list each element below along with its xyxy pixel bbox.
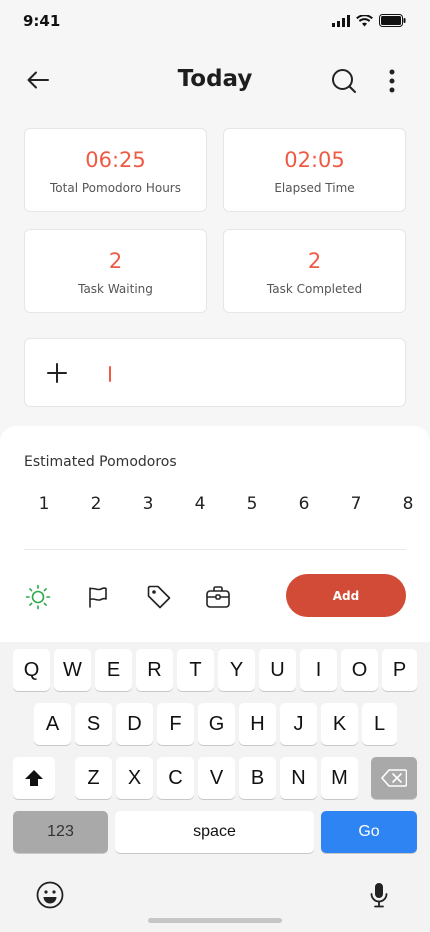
key-r[interactable]: R xyxy=(136,649,173,691)
stat-card-task-waiting: 2 Task Waiting xyxy=(24,229,207,313)
key-n[interactable]: N xyxy=(280,757,317,799)
key-a[interactable]: A xyxy=(34,703,71,745)
flag-icon xyxy=(89,587,107,608)
key-s[interactable]: S xyxy=(75,703,112,745)
pomodoro-option-2[interactable]: 2 xyxy=(84,494,108,514)
text-cursor xyxy=(109,366,111,382)
pomodoro-option-6[interactable]: 6 xyxy=(292,494,316,514)
key-d[interactable]: D xyxy=(116,703,153,745)
key-k[interactable]: K xyxy=(321,703,358,745)
numbers-key[interactable]: 123 xyxy=(13,811,108,853)
priority-button[interactable] xyxy=(84,583,112,611)
microphone-icon xyxy=(370,883,388,908)
key-p[interactable]: P xyxy=(382,649,417,691)
shift-arrow-icon xyxy=(25,770,43,786)
estimated-pomodoros-sheet: Estimated Pomodoros 1 2 3 4 5 6 7 8 Add xyxy=(0,426,430,642)
stat-value: 2 xyxy=(307,249,322,273)
battery-icon xyxy=(379,14,406,27)
key-o[interactable]: O xyxy=(341,649,378,691)
key-v[interactable]: V xyxy=(198,757,235,799)
today-button[interactable] xyxy=(24,583,52,611)
key-t[interactable]: T xyxy=(177,649,214,691)
microphone-button[interactable] xyxy=(364,880,394,910)
key-w[interactable]: W xyxy=(54,649,91,691)
status-bar: 9:41 xyxy=(0,0,430,44)
more-vertical-icon xyxy=(389,69,395,93)
shift-key[interactable] xyxy=(13,757,55,799)
plus-icon xyxy=(47,363,67,383)
wifi-icon xyxy=(356,14,373,26)
stat-label: Total Pomodoro Hours xyxy=(50,181,181,195)
key-e[interactable]: E xyxy=(95,649,132,691)
key-x[interactable]: X xyxy=(116,757,153,799)
key-c[interactable]: C xyxy=(157,757,194,799)
add-button[interactable]: Add xyxy=(286,574,406,617)
stat-card-elapsed-time: 02:05 Elapsed Time xyxy=(223,128,406,212)
stat-value: 2 xyxy=(108,249,123,273)
key-u[interactable]: U xyxy=(259,649,296,691)
home-indicator xyxy=(148,918,282,923)
search-icon xyxy=(332,69,356,93)
pomodoro-number-row: 1 2 3 4 5 6 7 8 xyxy=(0,494,430,520)
task-input-field[interactable] xyxy=(24,338,406,407)
sun-icon xyxy=(25,584,51,610)
key-h[interactable]: H xyxy=(239,703,276,745)
pomodoro-option-4[interactable]: 4 xyxy=(188,494,212,514)
pomodoro-option-7[interactable]: 7 xyxy=(344,494,368,514)
pomodoro-option-8[interactable]: 8 xyxy=(396,494,420,514)
emoji-button[interactable] xyxy=(35,880,65,910)
key-j[interactable]: J xyxy=(280,703,317,745)
key-q[interactable]: Q xyxy=(13,649,50,691)
status-time: 9:41 xyxy=(23,12,61,30)
stat-label: Task Waiting xyxy=(78,282,153,296)
key-g[interactable]: G xyxy=(198,703,235,745)
sheet-title: Estimated Pomodoros xyxy=(24,454,177,470)
key-i[interactable]: I xyxy=(300,649,337,691)
tag-button[interactable] xyxy=(145,583,173,611)
search-button[interactable] xyxy=(328,66,360,96)
stat-card-total-hours: 06:25 Total Pomodoro Hours xyxy=(24,128,207,212)
stat-label: Task Completed xyxy=(266,282,363,296)
project-button[interactable] xyxy=(204,583,232,611)
pomodoro-option-5[interactable]: 5 xyxy=(240,494,264,514)
stat-label: Elapsed Time xyxy=(274,181,355,195)
tag-icon xyxy=(147,585,171,609)
status-icons xyxy=(332,14,406,27)
pomodoro-option-3[interactable]: 3 xyxy=(136,494,160,514)
key-m[interactable]: M xyxy=(321,757,358,799)
go-key[interactable]: Go xyxy=(321,811,417,853)
pomodoro-option-1[interactable]: 1 xyxy=(32,494,56,514)
emoji-icon xyxy=(36,881,64,909)
space-key[interactable]: space xyxy=(115,811,314,853)
key-f[interactable]: F xyxy=(157,703,194,745)
stat-value: 06:25 xyxy=(85,148,146,172)
header: Today xyxy=(0,56,430,104)
backspace-key[interactable] xyxy=(371,757,417,799)
more-options-button[interactable] xyxy=(380,66,404,96)
page-title: Today xyxy=(177,66,253,92)
key-b[interactable]: B xyxy=(239,757,276,799)
key-y[interactable]: Y xyxy=(218,649,255,691)
divider xyxy=(24,549,406,550)
key-z[interactable]: Z xyxy=(75,757,112,799)
add-task-button[interactable] xyxy=(45,361,69,385)
signal-icon xyxy=(332,14,350,27)
stat-value: 02:05 xyxy=(284,148,345,172)
briefcase-icon xyxy=(206,586,230,608)
key-l[interactable]: L xyxy=(362,703,397,745)
stat-card-task-completed: 2 Task Completed xyxy=(223,229,406,313)
backspace-icon xyxy=(381,769,407,787)
